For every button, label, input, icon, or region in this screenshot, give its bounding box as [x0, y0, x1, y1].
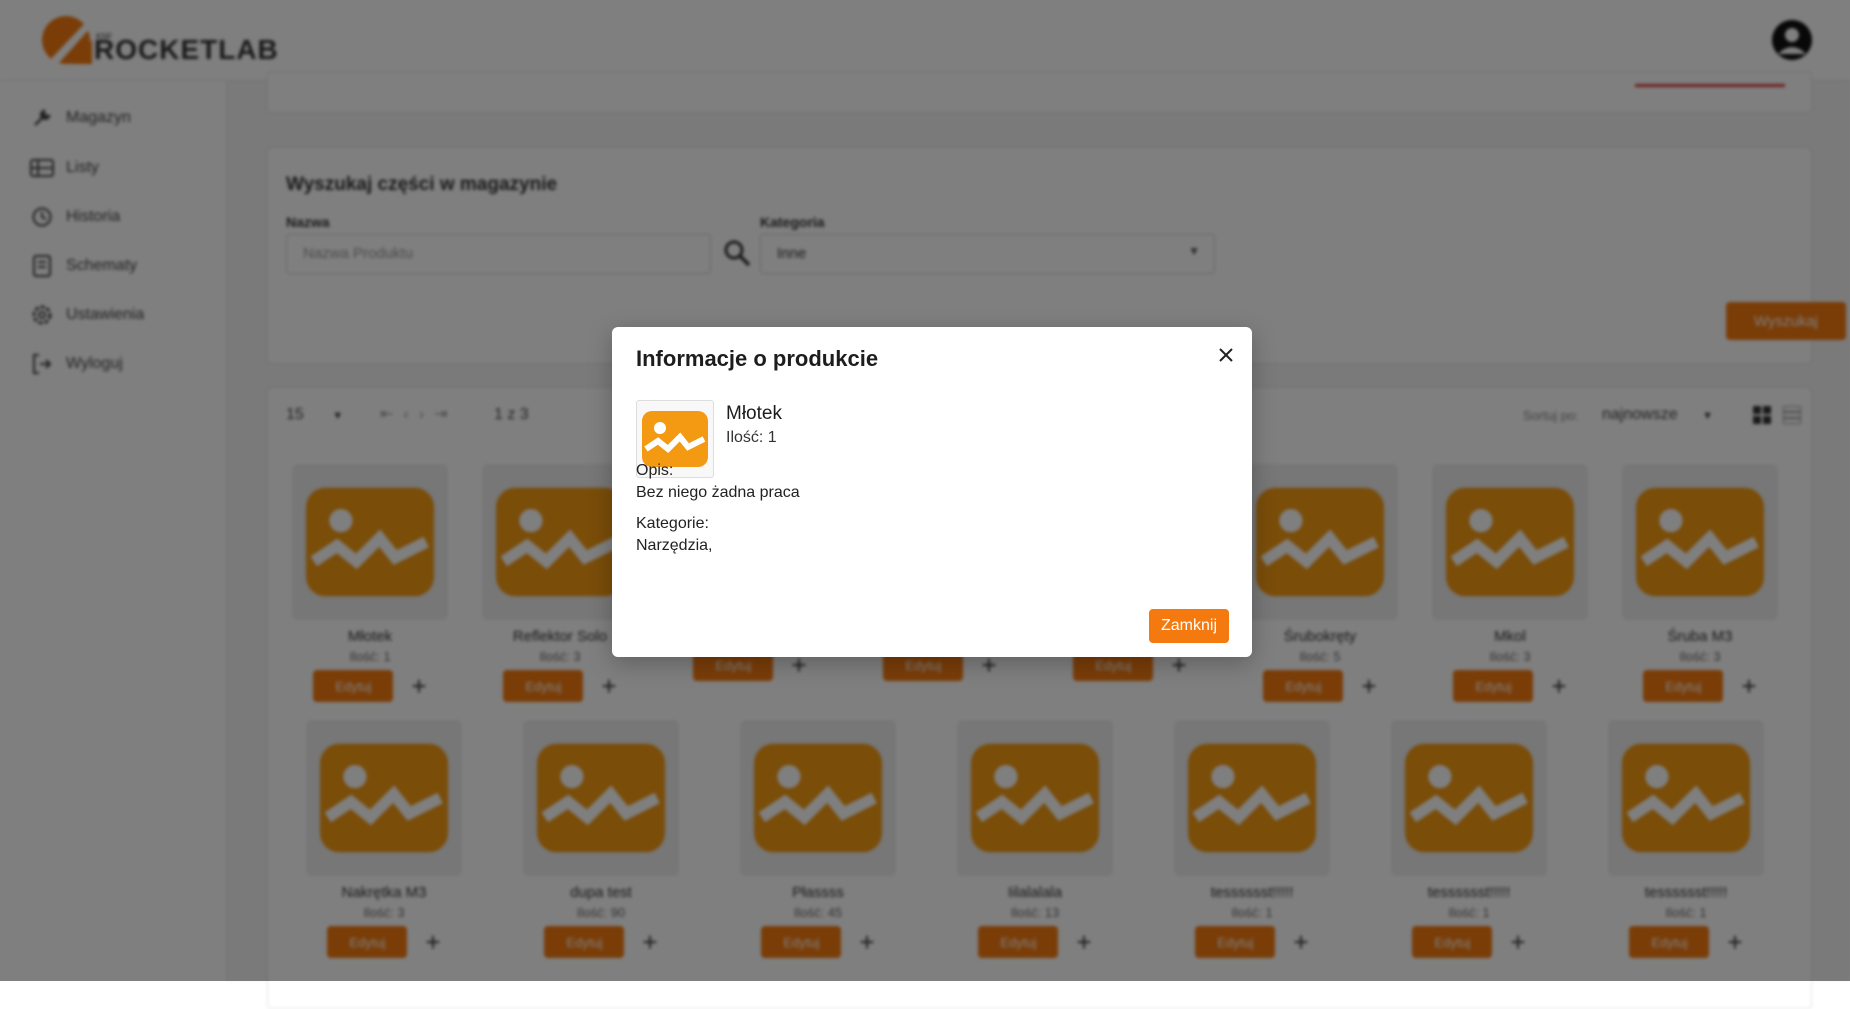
close-button[interactable]: Zamknij	[1149, 609, 1229, 643]
categories-text: Narzędzia,	[636, 537, 713, 554]
close-icon[interactable]	[1212, 341, 1240, 369]
description-text: Bez niego żadna praca	[636, 484, 800, 501]
product-info-modal: Informacje o produkcie Młotek Ilość: 1 O…	[612, 327, 1252, 657]
modal-title: Informacje o produkcie	[636, 346, 879, 371]
description-label: Opis:	[636, 462, 674, 479]
categories-label: Kategorie:	[636, 515, 709, 532]
image-placeholder-icon	[642, 411, 708, 467]
modal-product-name: Młotek	[726, 403, 782, 424]
modal-product-quantity: Ilość: 1	[726, 429, 777, 446]
